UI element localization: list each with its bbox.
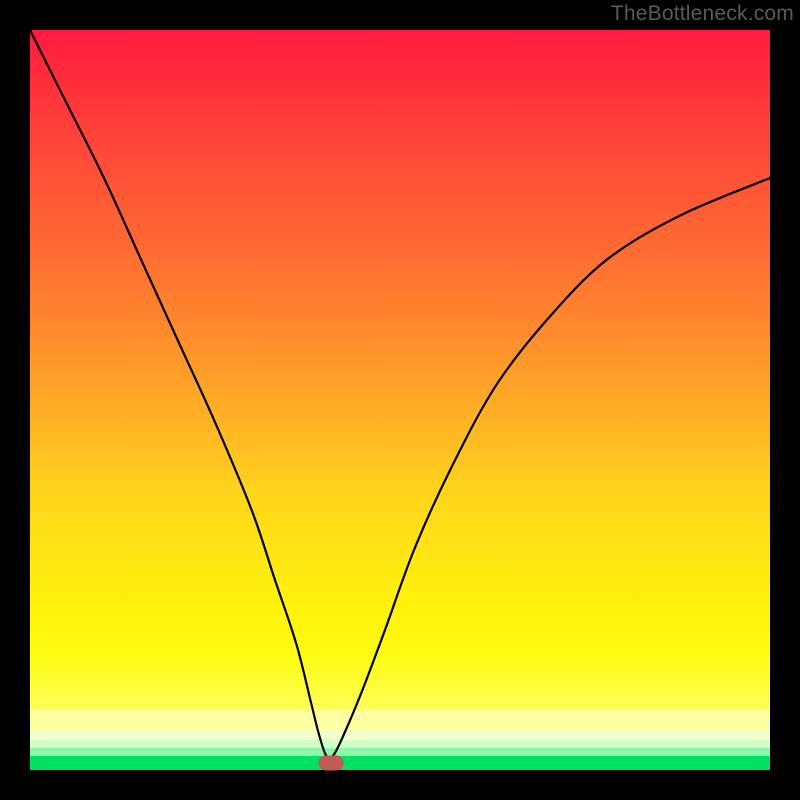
chart-frame: TheBottleneck.com — [0, 0, 800, 800]
watermark-text: TheBottleneck.com — [611, 2, 794, 26]
minimum-marker — [319, 755, 344, 770]
plot-area — [30, 30, 770, 770]
bottleneck-curve — [30, 30, 770, 770]
